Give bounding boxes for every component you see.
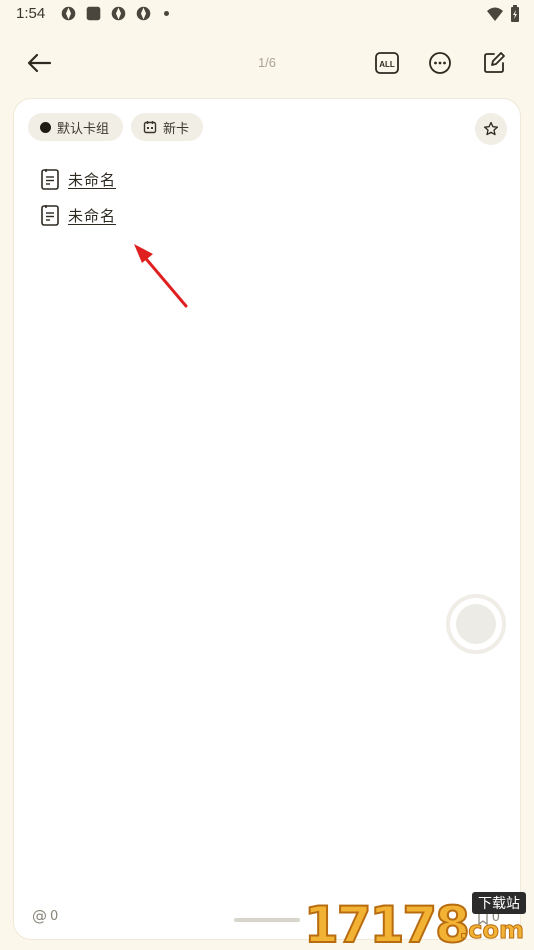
- battery-icon: [511, 5, 519, 22]
- new-card-chip[interactable]: 新卡: [131, 113, 204, 141]
- edit-button[interactable]: [480, 49, 508, 77]
- note-list: 未命名 未命名: [40, 161, 116, 233]
- floating-action-button[interactable]: [446, 594, 506, 654]
- aperture-icon: [136, 6, 151, 21]
- new-card-chip-label: 新卡: [163, 121, 190, 137]
- status-bar: 1:54: [0, 0, 534, 28]
- home-indicator[interactable]: [234, 918, 300, 922]
- calendar-icon: [143, 121, 157, 134]
- list-item[interactable]: 未命名: [40, 197, 116, 233]
- top-app-bar: 1/6 ALL: [0, 38, 534, 88]
- square-app-icon: [86, 6, 101, 21]
- list-item[interactable]: 未命名: [40, 161, 116, 197]
- bookmark-counter[interactable]: 0: [477, 910, 500, 925]
- star-icon: [483, 121, 499, 136]
- floating-button-inner: [456, 604, 496, 644]
- aperture-icon: [61, 6, 76, 21]
- all-label: ALL: [379, 60, 395, 69]
- bookmark-count: 0: [491, 910, 500, 925]
- status-notification-icons: [60, 5, 169, 22]
- deck-chip[interactable]: 默认卡组: [28, 113, 124, 141]
- aperture-icon: [111, 6, 126, 21]
- note-icon: [41, 205, 59, 226]
- deck-chip-label: 默认卡组: [57, 121, 110, 137]
- note-title: 未命名: [68, 170, 117, 189]
- bookmark-icon: [478, 910, 488, 925]
- mention-counter[interactable]: @ 0: [32, 907, 58, 925]
- all-icon: ALL: [375, 52, 399, 74]
- note-card: 默认卡组 新卡 未命名 未命名 @ 0 0: [13, 98, 521, 940]
- status-time: 1:54: [16, 5, 46, 22]
- wifi-icon: [487, 7, 503, 21]
- star-button[interactable]: [475, 113, 507, 145]
- dot-icon: [40, 121, 51, 133]
- mention-count: 0: [50, 908, 59, 924]
- all-cards-button[interactable]: ALL: [373, 49, 401, 77]
- more-notifications-dot: [164, 11, 169, 16]
- at-icon: @: [32, 907, 47, 925]
- note-icon: [41, 169, 59, 190]
- edit-icon: [484, 52, 505, 73]
- note-title: 未命名: [68, 206, 117, 225]
- tag-row: 默认卡组 新卡: [28, 113, 204, 141]
- more-button[interactable]: [426, 49, 454, 77]
- status-system-icons: [486, 5, 520, 23]
- more-icon: [429, 52, 451, 74]
